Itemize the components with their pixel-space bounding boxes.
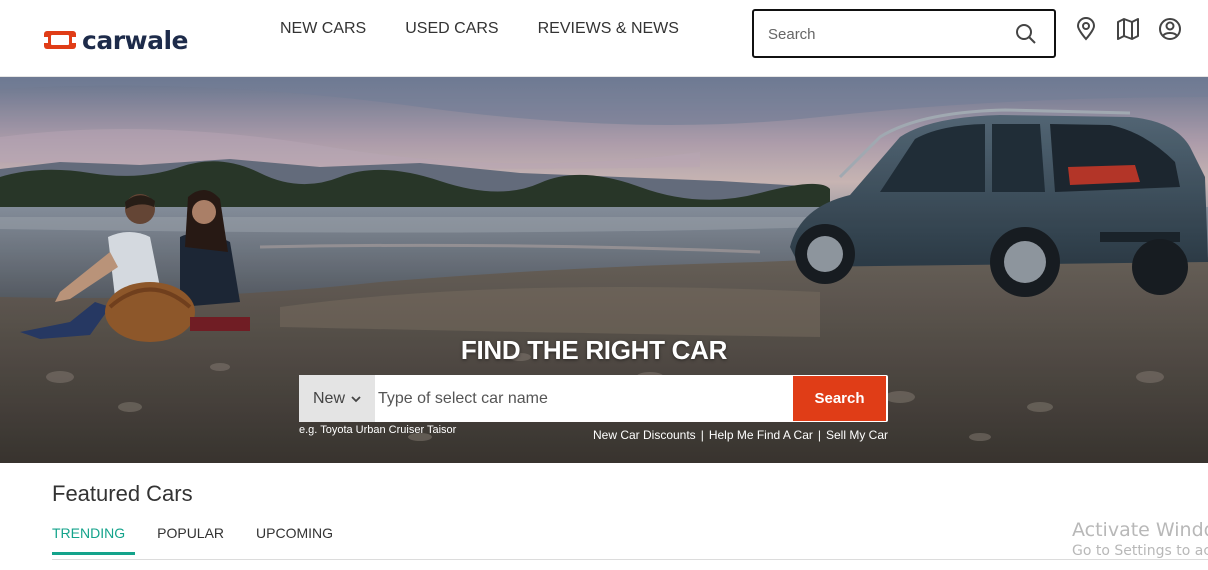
search-example-text: e.g. Toyota Urban Cruiser Taisor — [299, 424, 457, 436]
location-pin-icon[interactable] — [1073, 16, 1099, 42]
search-icon[interactable] — [1014, 22, 1038, 46]
car-type-selected: New — [312, 389, 345, 407]
hero-title: FIND THE RIGHT CAR — [460, 335, 728, 365]
header-search-input[interactable] — [768, 21, 998, 47]
map-icon[interactable] — [1115, 16, 1141, 42]
nav-used-cars[interactable]: USED CARS — [405, 19, 498, 39]
watermark-line-1: Activate Windo — [1072, 519, 1208, 541]
hero-search-button[interactable]: Search — [793, 376, 886, 421]
nav-reviews-news[interactable]: REVIEWS & NEWS — [538, 19, 679, 39]
tab-trending[interactable]: TRENDING — [52, 525, 136, 555]
tab-popular[interactable]: POPULAR — [157, 525, 224, 555]
logo-text: carwale — [82, 25, 189, 55]
link-help-me-find-a-car[interactable]: Help Me Find A Car — [709, 428, 813, 442]
hero-banner: FIND THE RIGHT CAR New Search e.g. Toyot… — [0, 77, 1208, 463]
featured-tabs: TRENDING POPULAR UPCOMING — [52, 525, 365, 555]
windows-activation-watermark: Activate Windo Go to Settings to act — [1072, 519, 1208, 559]
header-search-box — [752, 9, 1056, 58]
car-name-input[interactable] — [375, 375, 791, 422]
site-header: carwale NEW CARS USED CARS REVIEWS & NEW… — [0, 0, 1208, 77]
main-nav: NEW CARS USED CARS REVIEWS & NEWS — [280, 19, 718, 39]
nav-new-cars[interactable]: NEW CARS — [280, 19, 366, 39]
tabs-divider — [52, 559, 1208, 560]
chevron-down-icon — [351, 395, 361, 402]
watermark-line-2: Go to Settings to act — [1072, 543, 1208, 559]
logo-mark-icon — [44, 31, 76, 49]
divider: | — [817, 428, 821, 442]
link-sell-my-car[interactable]: Sell My Car — [826, 428, 888, 442]
user-icon[interactable] — [1157, 16, 1183, 42]
hero-search-bar: New Search — [299, 375, 888, 422]
link-new-car-discounts[interactable]: New Car Discounts — [593, 428, 696, 442]
tab-upcoming[interactable]: UPCOMING — [256, 525, 333, 555]
featured-cars-title: Featured Cars — [52, 481, 193, 506]
car-type-dropdown[interactable]: New — [299, 375, 375, 422]
quick-links: New Car Discounts | Help Me Find A Car |… — [593, 428, 888, 442]
divider: | — [700, 428, 704, 442]
carwale-logo[interactable]: carwale — [44, 25, 189, 55]
